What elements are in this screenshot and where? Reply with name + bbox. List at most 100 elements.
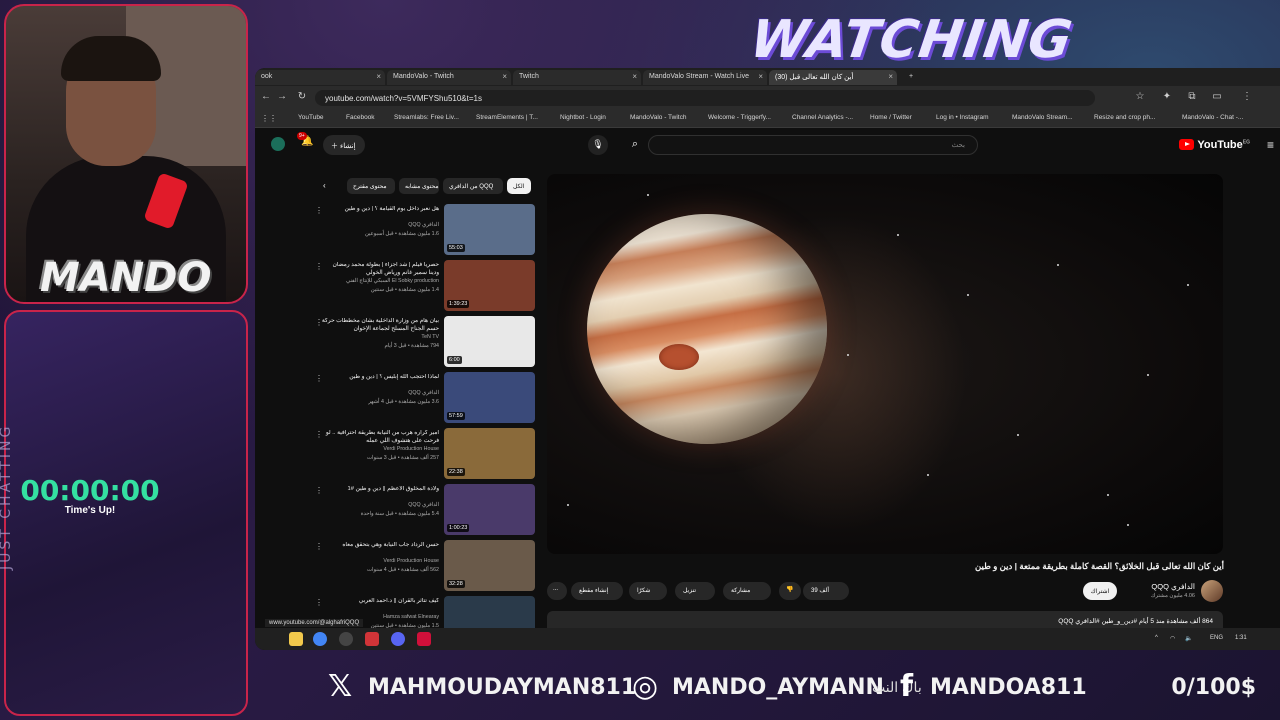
recommendation-thumbnail[interactable]: 22:38 [444,428,535,479]
dislike-icon[interactable]: 👎 [779,582,801,600]
tab-1[interactable]: MandoValo - Twitch × [387,70,511,85]
app-icon[interactable] [417,632,431,646]
puzzle-icon[interactable]: ⧉ [1185,91,1199,102]
recommendation-channel[interactable]: TeN TV [321,334,439,340]
chevron-up-icon[interactable]: ^ [1155,635,1158,641]
more-vert-icon[interactable]: ⋮ [315,206,323,215]
forward-icon[interactable]: → [275,91,289,102]
recommendation-thumbnail[interactable]: 32:28 [444,540,535,591]
recommendation-item[interactable]: 32:28 حسن الرداد جاب النيابة وهي بتحقق مع… [315,540,535,592]
more-vert-icon[interactable]: ⋮ [315,542,323,551]
chevron-left-icon[interactable]: ‹ [323,181,326,190]
video-player[interactable] [547,174,1223,554]
more-vert-icon[interactable]: ⋮ [315,430,323,439]
close-icon[interactable]: × [758,72,763,81]
close-icon[interactable]: × [888,72,893,81]
volume-icon[interactable]: 🔈 [1185,635,1192,642]
recommendation-channel[interactable]: الدافري QQQ [321,502,439,508]
chip-from-channel[interactable]: من الدافري QQQ [443,178,503,194]
search-icon[interactable]: ⌕ [623,135,647,155]
channel-avatar[interactable] [1201,580,1223,602]
close-icon[interactable]: × [632,72,637,81]
recommendation-title[interactable]: هل نعبر داخل يوم القيامة ؟ | دين و طين [321,206,439,214]
bookmark-nightbot[interactable]: Nightbot - Login [551,114,606,121]
recommendation-channel[interactable]: Verdi Production House [321,446,439,452]
star-icon[interactable]: ☆ [1133,91,1147,102]
recommendation-item[interactable]: 1:39:23 حصرياً فيلم | شد اجزاء | بطولة مح… [315,260,535,312]
bookmark-instagram[interactable]: Log in • Instagram [927,114,989,121]
recommendation-item[interactable]: 6:00 بيان هام من وزارة الداخلية بشأن مخطط… [315,316,535,368]
more-vert-icon[interactable]: ⋮ [315,262,323,271]
tab-4[interactable]: (30) أين كان الله تعالى قبل × [769,70,897,85]
recommendation-title[interactable]: لماذا احتجب الله إبليس ؟ | دين و طين [321,374,439,382]
chrome-icon[interactable] [313,632,327,646]
bookmark-streamelements[interactable]: StreamElements | T... [467,114,538,121]
recommendation-channel[interactable]: El Sobky production السبكي للإنتاج الفني [321,278,439,284]
chip-all[interactable]: الكل [507,178,531,194]
recommendation-thumbnail[interactable]: 1:00:23 [444,484,535,535]
recommendation-channel[interactable]: الدافري QQQ [321,390,439,396]
channel-name[interactable]: الدافري QQQ [1151,582,1195,591]
more-vert-icon[interactable]: ⋮ [315,486,323,495]
reload-icon[interactable]: ↻ [295,91,309,102]
recommendation-item[interactable]: 55:03 هل نعبر داخل يوم القيامة ؟ | دين و … [315,204,535,256]
bookmark-analytics[interactable]: Channel Analytics -... [783,114,853,121]
microphone-icon[interactable]: 🎙 [588,135,608,155]
more-vert-icon[interactable]: ⋮ [315,318,323,327]
close-icon[interactable]: × [502,72,507,81]
share-button[interactable]: مشاركة [723,582,771,600]
back-icon[interactable]: ← [259,91,273,102]
avatar[interactable] [271,137,285,151]
new-tab-button[interactable]: + [903,70,919,85]
clip-button[interactable]: إنشاء مقطع [571,582,623,600]
bookmark-kick[interactable]: MandoValo Stream... [1003,114,1073,121]
extension-icon[interactable]: ✦ [1160,91,1174,102]
valorant-icon[interactable] [365,632,379,646]
wifi-icon[interactable]: ◠ [1170,635,1175,642]
tab-0[interactable]: ook × [255,70,385,85]
create-button[interactable]: ＋ إنشاء [323,135,365,155]
tab-2[interactable]: Twitch × [513,70,641,85]
bookmark-facebook[interactable]: Facebook [337,114,375,121]
recommendation-channel[interactable]: الدافري QQQ [321,222,439,228]
thanks-button[interactable]: شكرًا [629,582,667,600]
bookmark-triggerfyre[interactable]: Welcome - Triggerfy... [699,114,771,121]
menu-icon[interactable]: ⋮ [1240,91,1254,102]
tab-3[interactable]: MandoValo Stream - Watch Live × [643,70,767,85]
bookmark-streamlabs[interactable]: Streamlabs: Free Liv... [385,114,459,121]
recommendation-title[interactable]: بيان هام من وزارة الداخلية بشأن مخططات ح… [321,318,439,334]
recommendation-title[interactable]: أمير كراره هرب من النيابة بطريقة احترافي… [321,430,439,446]
bookmark-youtube[interactable]: YouTube [289,114,324,121]
recommendation-title[interactable]: حصرياً فيلم | شد اجزاء | بطولة محمد رمضا… [321,262,439,278]
youtube-logo[interactable]: YouTubeEG [1179,139,1250,151]
bookmark-resize[interactable]: Resize and crop ph... [1085,114,1155,121]
chip-similar[interactable]: محتوى مشابه [399,178,439,194]
language-indicator[interactable]: ENG [1210,635,1223,641]
chip-suggested[interactable]: محتوى مقترح [347,178,395,194]
recommendation-item[interactable]: 22:38 أمير كراره هرب من النيابة بطريقة اح… [315,428,535,480]
recommendation-title[interactable]: كيف تتأثر بالقرآن || د.أحمد العربي [321,598,439,606]
recommendation-thumbnail[interactable]: 57:59 [444,372,535,423]
bookmark-twitch[interactable]: MandoValo - Twitch [621,114,686,121]
more-vert-icon[interactable]: ⋮ [315,598,323,607]
subscribe-button[interactable]: اشتراك [1083,582,1117,600]
recommendation-item[interactable]: 1:00:23 ولادة المخلوق الأعظم || دين و طين… [315,484,535,536]
recommendation-item[interactable]: 57:59 لماذا احتجب الله إبليس ؟ | دين و طي… [315,372,535,424]
clock[interactable]: 1:31 [1235,635,1247,641]
search-input[interactable]: بحث [648,135,978,155]
recommendation-title[interactable]: ولادة المخلوق الأعظم || دين و طين #1 [321,486,439,494]
more-actions-button[interactable]: ... [547,582,567,600]
url-field[interactable]: youtube.com/watch?v=5VMFYShu510&t=1s [315,90,1095,106]
obs-icon[interactable] [339,632,353,646]
recommendation-thumbnail[interactable]: 1:39:23 [444,260,535,311]
like-button[interactable]: 39 ألف [803,582,849,600]
folder-icon[interactable] [289,632,303,646]
hamburger-menu-icon[interactable]: ≡ [1267,138,1274,152]
bookmark-chat[interactable]: MandoValo - Chat -... [1173,114,1243,121]
recommendation-thumbnail[interactable]: 55:03 [444,204,535,255]
recommendation-channel[interactable]: Verdi Production House [321,558,439,564]
more-vert-icon[interactable]: ⋮ [315,374,323,383]
recommendation-thumbnail[interactable]: 6:00 [444,316,535,367]
discord-icon[interactable] [391,632,405,646]
download-button[interactable]: تنزيل [675,582,715,600]
